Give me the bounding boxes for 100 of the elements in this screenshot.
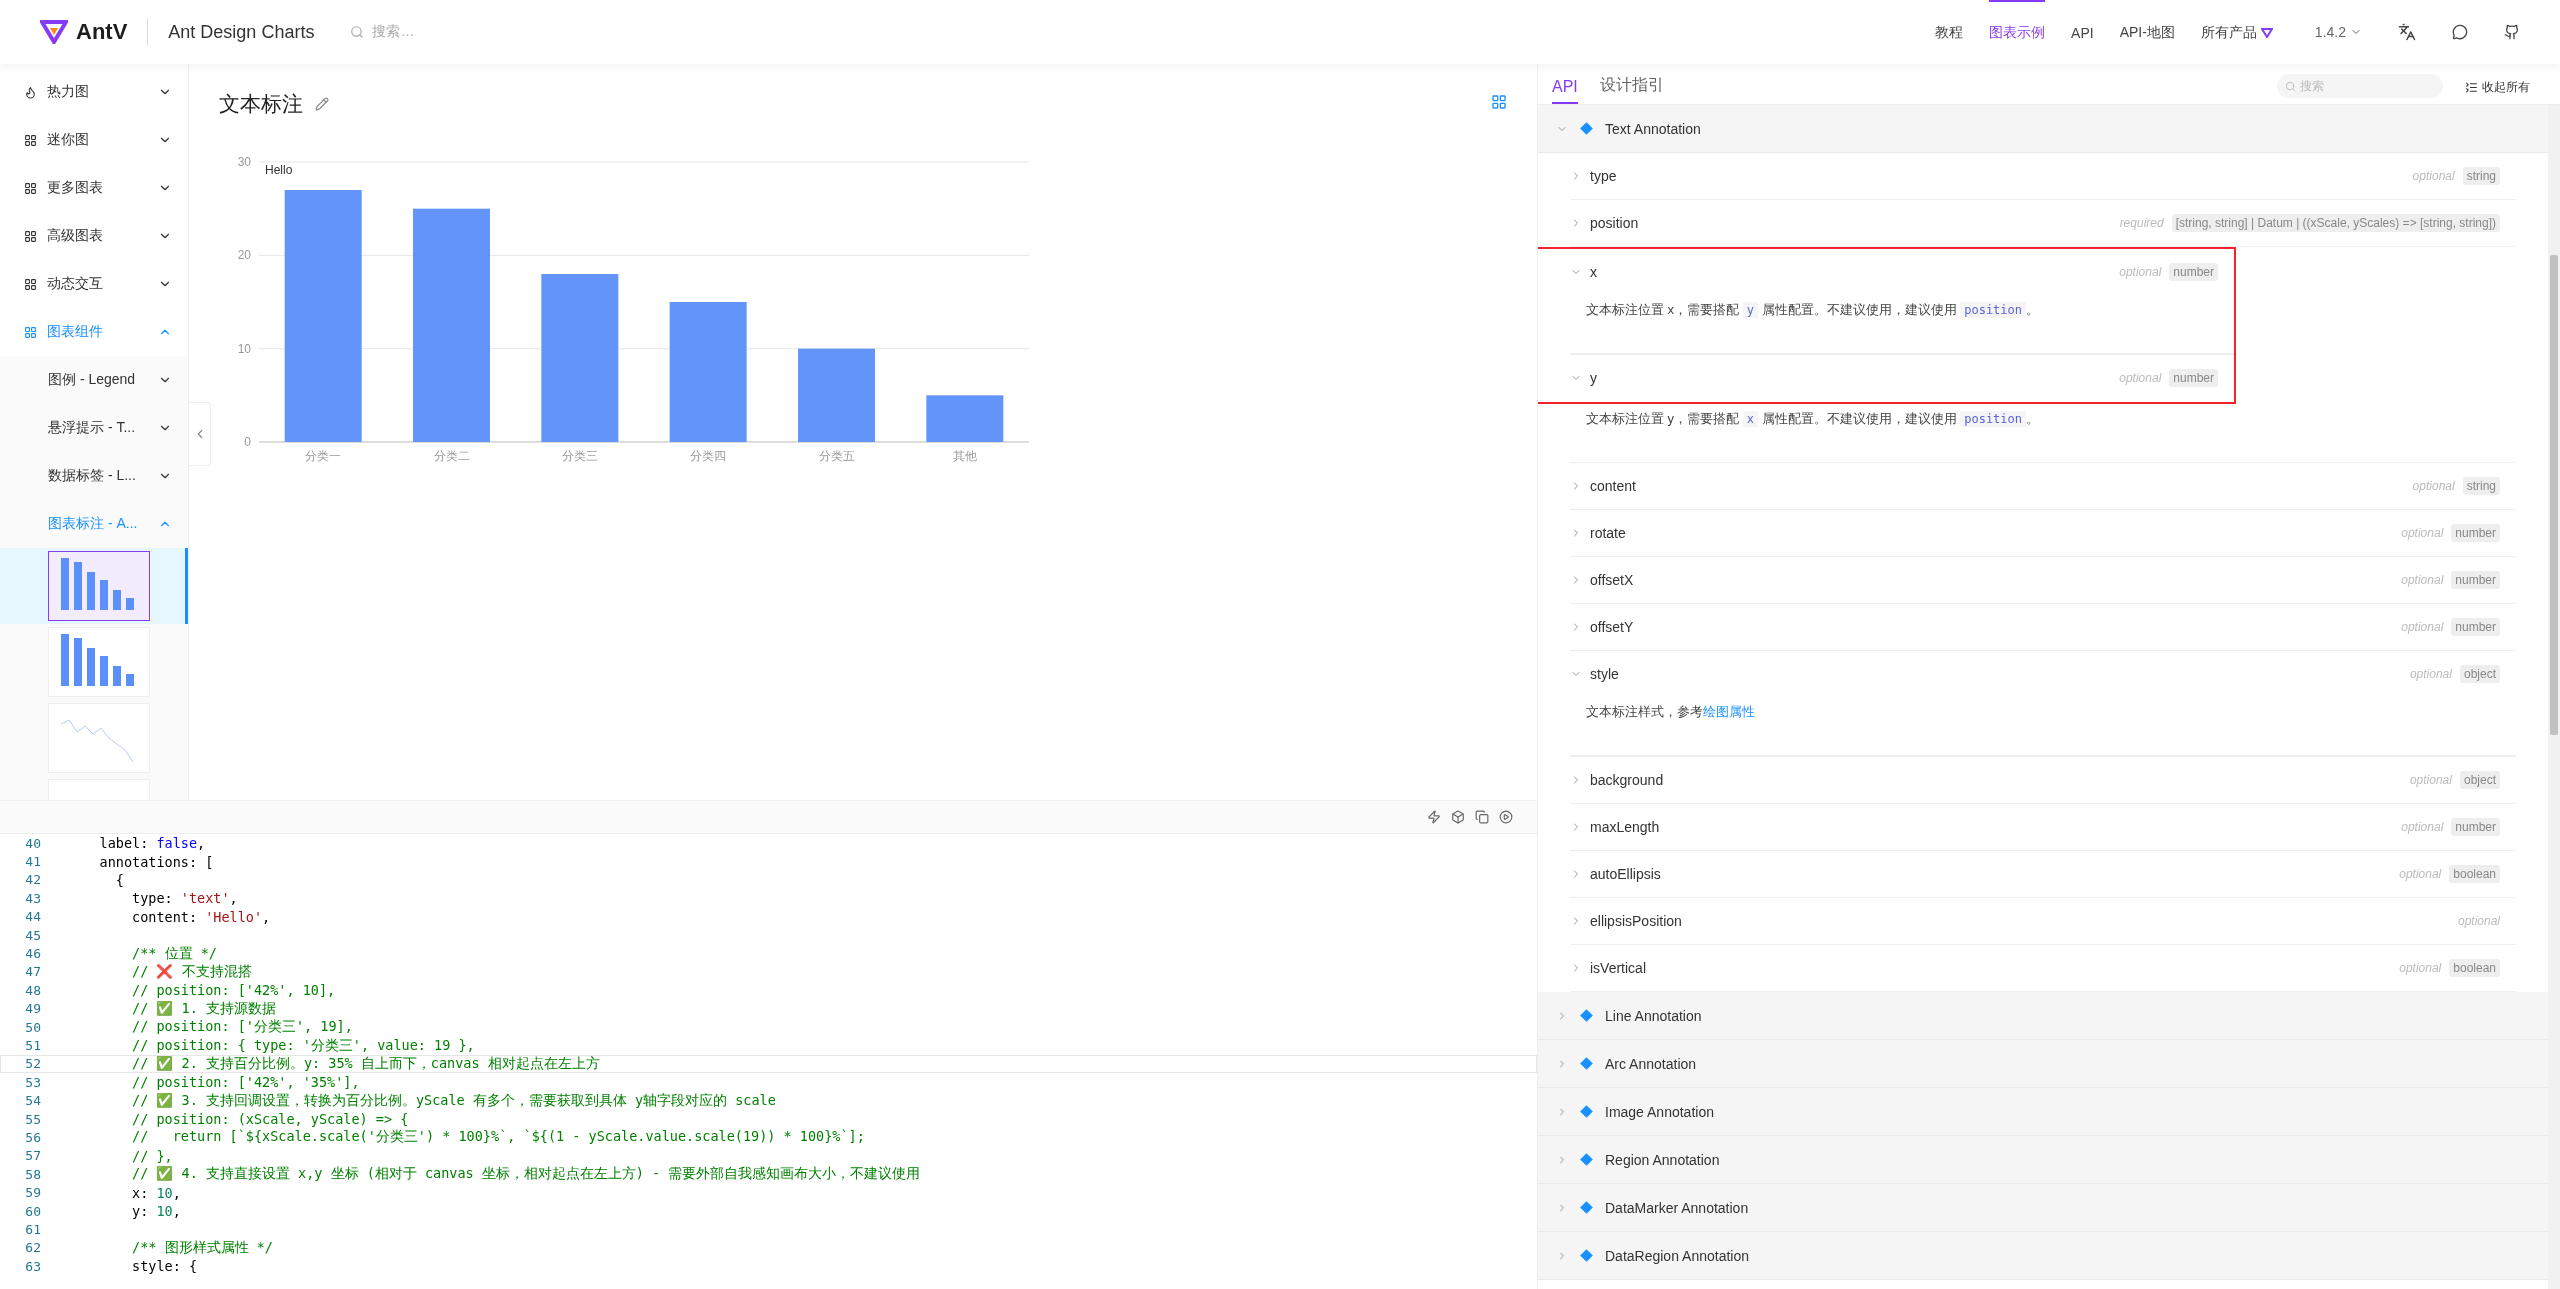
line-number: 50: [24, 1019, 41, 1035]
code-line: annotations: [: [98, 853, 214, 870]
property-row[interactable]: content optional string: [1570, 463, 2516, 509]
sidebar-subitem[interactable]: 悬浮提示 - T...: [0, 404, 188, 452]
requirement-label: optional: [2409, 773, 2452, 787]
property-name: maxLength: [1590, 819, 1661, 835]
property-row[interactable]: y optional number: [1570, 355, 2234, 401]
code-line: // ❌ 不支持混搭: [131, 962, 252, 981]
type-tag: string: [2462, 167, 2500, 185]
section-header[interactable]: DataMarker Annotation: [1538, 1184, 2548, 1232]
requirement-label: optional: [2409, 667, 2452, 681]
property-row[interactable]: ellipsisPosition optional: [1570, 898, 2516, 944]
github-icon[interactable]: [2504, 24, 2520, 40]
grid-icon: [24, 229, 37, 243]
collapse-all-button[interactable]: 收起所有: [2465, 79, 2530, 96]
line-number: 43: [24, 890, 41, 906]
property-name: offsetX: [1590, 572, 1635, 588]
property-row[interactable]: x optional number: [1570, 249, 2234, 295]
scrollbar[interactable]: [2548, 105, 2560, 1289]
property-row[interactable]: maxLength optional number: [1570, 804, 2516, 850]
property-row[interactable]: style optional object: [1570, 651, 2516, 697]
section-header[interactable]: Text Annotation: [1538, 105, 2548, 153]
type-tag: string: [2462, 477, 2500, 495]
nav-link[interactable]: API: [2071, 0, 2094, 64]
run-icon[interactable]: [1499, 810, 1513, 824]
property-row[interactable]: rotate optional number: [1570, 510, 2516, 556]
property-name: y: [1590, 370, 1598, 386]
property-row[interactable]: position required [string, string] | Datum | ((xScale, yScales) => [string, string]): [1570, 200, 2516, 246]
requirement-label: optional: [2401, 620, 2444, 634]
code-line: content: 'Hello',: [131, 908, 271, 925]
property-description: 文本标注样式，参考绘图属性: [1570, 697, 2516, 756]
nav-link[interactable]: 所有产品: [2200, 0, 2273, 64]
type-tag: boolean: [2449, 959, 2500, 977]
section-header[interactable]: Region Annotation: [1538, 1136, 2548, 1184]
product-name: Ant Design Charts: [168, 21, 315, 43]
code-line: y: 10,: [131, 1203, 181, 1219]
cube-icon[interactable]: [1451, 810, 1465, 824]
code-line: // return [`${xScale.scale('分类三') * 100}%`, `${(1 - yScale.value.scale(19)) * 100}%`];: [131, 1128, 865, 1147]
type-tag: object: [2459, 665, 2500, 683]
tab[interactable]: 设计指引: [1599, 75, 1664, 104]
logo-icon: [40, 20, 68, 44]
property-row[interactable]: autoEllipsis optional boolean: [1570, 851, 2516, 897]
line-number: 44: [24, 909, 41, 925]
property-name: style: [1590, 666, 1620, 682]
nav-link[interactable]: 图表示例: [1989, 0, 2046, 64]
property-row[interactable]: type optional string: [1570, 153, 2516, 199]
property-description: 文本标注位置 x，需要搭配 y 属性配置。不建议使用，建议使用 position 。: [1570, 295, 2234, 354]
section-header[interactable]: Arc Annotation: [1538, 1040, 2548, 1088]
line-number: 60: [24, 1203, 41, 1219]
code-line: // position: ['42%', 10],: [131, 982, 336, 999]
version-select[interactable]: 1.4.2: [2314, 24, 2362, 40]
nav-link[interactable]: API-地图: [2119, 0, 2175, 64]
section-header[interactable]: Image Annotation: [1538, 1088, 2548, 1136]
nav-link[interactable]: 教程: [1935, 0, 1964, 64]
sidebar-subitem[interactable]: 图例 - Legend: [0, 356, 188, 404]
collapse-list-icon: [2465, 81, 2478, 94]
translate-icon[interactable]: [2398, 23, 2416, 41]
axis-label: 分类四: [690, 449, 727, 463]
line-number: 45: [24, 927, 41, 943]
property-row[interactable]: offsetX optional number: [1570, 557, 2516, 603]
line-number: 53: [24, 1074, 41, 1090]
logo-text: AntV: [76, 19, 128, 45]
chat-icon[interactable]: [2452, 24, 2468, 40]
requirement-label: optional: [2412, 169, 2455, 183]
code-line: // ✅ 2. 支持百分比例。y: 35% 自上而下，canvas 相对起点在左上方: [131, 1054, 600, 1073]
type-tag: object: [2459, 771, 2500, 789]
line-number: 63: [24, 1258, 41, 1274]
property-row[interactable]: isVertical optional boolean: [1570, 945, 2516, 991]
type-tag: boolean: [2449, 865, 2500, 883]
type-tag: number: [2169, 263, 2218, 281]
section-header[interactable]: Line Annotation: [1538, 992, 2548, 1040]
line-number: 59: [24, 1185, 41, 1201]
type-tag: number: [2451, 618, 2500, 636]
lightning-icon[interactable]: [1427, 810, 1441, 824]
property-name: type: [1590, 168, 1618, 184]
copy-icon[interactable]: [1475, 810, 1489, 824]
property-row[interactable]: offsetY optional number: [1570, 604, 2516, 650]
code-line: // ✅ 3. 支持回调设置，转换为百分比例。yScale 有多个，需要获取到具体 y轴字段对应的 scale: [131, 1091, 776, 1110]
code-line: /** 位置 */: [131, 944, 217, 963]
demo-title: 文本标注: [219, 91, 303, 117]
axis-label: 20: [237, 248, 251, 263]
edit-icon[interactable]: [315, 97, 329, 111]
section-header[interactable]: DataRegion Annotation: [1538, 1232, 2548, 1280]
code-line: // position: { type: '分类三', value: 19 },: [131, 1036, 475, 1055]
triangle-logo-icon: [2260, 28, 2273, 38]
axis-label: 其他: [952, 449, 977, 463]
sidebar-subitem[interactable]: 数据标签 - L...: [0, 452, 188, 500]
line-number: 57: [24, 1148, 41, 1164]
line-number: 42: [24, 872, 41, 888]
requirement-label: optional: [2401, 526, 2444, 540]
requirement-label: optional: [2401, 573, 2444, 587]
code-line: {: [114, 871, 124, 888]
line-number: 56: [24, 1129, 41, 1145]
layout-icon[interactable]: [1491, 94, 1507, 110]
property-row[interactable]: background optional object: [1570, 757, 2516, 803]
code-line: // },: [131, 1147, 173, 1164]
axis-label: 30: [237, 155, 251, 169]
code-line: /** 图形样式属性 */: [131, 1238, 273, 1257]
code-line: label: false,: [98, 835, 206, 852]
requirement-label: optional: [2412, 479, 2455, 493]
